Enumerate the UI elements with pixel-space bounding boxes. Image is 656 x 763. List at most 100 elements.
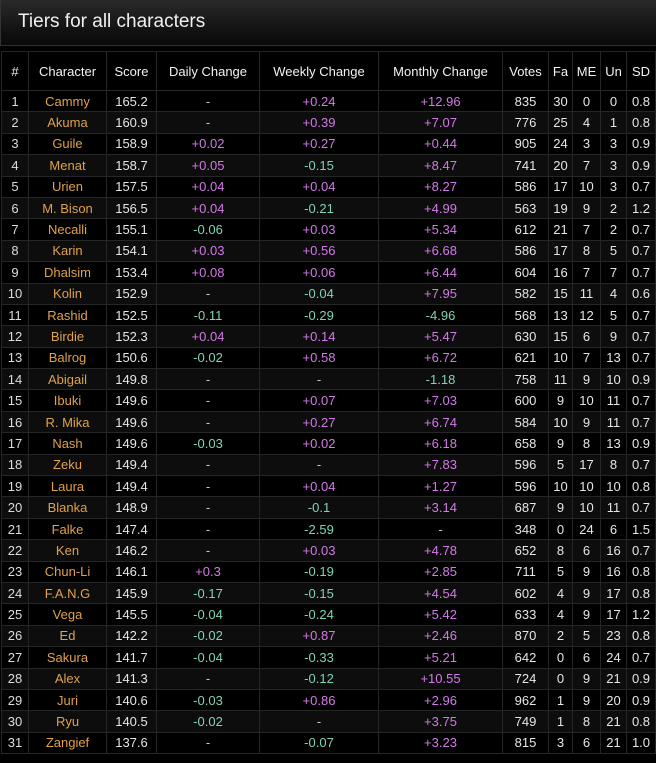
table-row: 12 Birdie 152.3 +0.04 +0.14 +5.47 630 15 6 9 0.7 [1, 325, 656, 348]
table-row: 23 Chun-Li 146.1 +0.3 -0.19 +2.85 711 5 9 16 0.8 [1, 560, 656, 583]
header-sd[interactable]: SD [626, 51, 656, 91]
header-monthly-change[interactable]: Monthly Change [378, 51, 503, 91]
header-weekly-change[interactable]: Weekly Change [259, 51, 379, 91]
cell-character[interactable]: Sakura [28, 646, 107, 669]
cell-weekly-change: +0.14 [259, 325, 379, 348]
cell-daily-change: -0.04 [156, 646, 260, 669]
cell-character[interactable]: Falke [28, 517, 107, 541]
cell-monthly-change: +0.44 [378, 132, 503, 156]
cell-rank: 27 [1, 646, 29, 669]
cell-character[interactable]: R. Mika [28, 410, 107, 434]
cell-character[interactable]: Karin [28, 239, 107, 263]
cell-fa: 11 [548, 368, 573, 391]
cell-rank: 18 [1, 453, 29, 477]
table-row: 28 Alex 141.3- -0.12 +10.55 724 0 9 21 0.9 [1, 667, 656, 690]
header-daily-change[interactable]: Daily Change [156, 51, 260, 91]
cell-character[interactable]: Ken [28, 539, 107, 562]
cell-character[interactable]: Blanka [28, 496, 107, 519]
header-fa[interactable]: Fa [548, 51, 573, 91]
cell-fa: 8 [548, 539, 573, 562]
cell-character[interactable]: Akuma [28, 111, 107, 134]
cell-sd: 0.8 [626, 581, 656, 605]
cell-rank: 29 [1, 688, 29, 712]
cell-me: 3 [572, 132, 601, 156]
table-row: 30 Ryu 140.5 -0.02- +3.75 749 1 8 21 0.8 [1, 710, 656, 733]
header-me[interactable]: ME [572, 51, 601, 91]
cell-weekly-change: +0.04 [259, 475, 379, 498]
cell-character[interactable]: Ibuki [28, 389, 107, 412]
header-votes[interactable]: Votes [502, 51, 549, 91]
cell-character[interactable]: M. Bison [28, 196, 107, 220]
cell-monthly-change: +8.27 [378, 175, 503, 198]
header-rank[interactable]: # [1, 51, 29, 91]
cell-un: 23 [600, 624, 627, 648]
cell-weekly-change: +0.07 [259, 389, 379, 412]
header-character[interactable]: Character [28, 51, 107, 91]
cell-rank: 13 [1, 346, 29, 370]
cell-daily-change: - [156, 667, 260, 690]
cell-score: 156.5 [106, 196, 157, 220]
cell-character[interactable]: Kolin [28, 282, 107, 305]
cell-un: 16 [600, 539, 627, 562]
cell-me: 9 [572, 560, 601, 583]
cell-character[interactable]: Urien [28, 175, 107, 198]
cell-sd: 0.7 [626, 496, 656, 519]
cell-character[interactable]: Necalli [28, 218, 107, 241]
cell-character[interactable]: Rashid [28, 303, 107, 327]
cell-character[interactable]: Zeku [28, 453, 107, 477]
cell-score: 157.5 [106, 175, 157, 198]
cell-character[interactable]: Vega [28, 603, 107, 626]
cell-monthly-change: +2.46 [378, 624, 503, 648]
cell-me: 10 [572, 389, 601, 412]
cell-character[interactable]: Balrog [28, 346, 107, 370]
cell-character[interactable]: Zangief [28, 731, 107, 755]
tier-table: # Character Score Daily Change Weekly Ch… [1, 51, 656, 755]
cell-votes: 687 [502, 496, 549, 519]
table-row: 14 Abigail 149.8- - -1.18 758 11 9 10 0.9 [1, 368, 656, 391]
cell-character[interactable]: Alex [28, 667, 107, 690]
cell-weekly-change: +0.02 [259, 432, 379, 455]
cell-daily-change: +0.04 [156, 175, 260, 198]
cell-monthly-change: +5.21 [378, 646, 503, 669]
cell-weekly-change: +0.04 [259, 175, 379, 198]
cell-sd: 0.7 [626, 346, 656, 370]
cell-character[interactable]: Juri [28, 688, 107, 712]
cell-un: 5 [600, 239, 627, 263]
cell-votes: 612 [502, 218, 549, 241]
cell-me: 11 [572, 282, 601, 305]
cell-daily-change: -0.03 [156, 688, 260, 712]
cell-un: 11 [600, 389, 627, 412]
cell-character[interactable]: Dhalsim [28, 261, 107, 284]
cell-me: 6 [572, 325, 601, 348]
cell-monthly-change: - [378, 517, 503, 541]
header-un[interactable]: Un [600, 51, 627, 91]
cell-character[interactable]: Birdie [28, 325, 107, 348]
cell-character[interactable]: Cammy [28, 89, 107, 113]
table-row: 25 Vega 145.5 -0.04 -0.24 +5.42 633 4 9 17 1.2 [1, 603, 656, 626]
cell-sd: 1.2 [626, 603, 656, 626]
cell-votes: 630 [502, 325, 549, 348]
cell-monthly-change: +1.27 [378, 475, 503, 498]
cell-character[interactable]: F.A.N.G [28, 581, 107, 605]
cell-character[interactable]: Laura [28, 475, 107, 498]
cell-character[interactable]: Abigail [28, 368, 107, 391]
table-row: 7 Necalli 155.1 -0.06 +0.03 +5.34 612 21 7 2 0.7 [1, 218, 656, 241]
cell-sd: 0.8 [626, 89, 656, 113]
header-score[interactable]: Score [106, 51, 157, 91]
cell-character[interactable]: Nash [28, 432, 107, 455]
cell-character[interactable]: Ed [28, 624, 107, 648]
cell-votes: 835 [502, 89, 549, 113]
cell-character[interactable]: Ryu [28, 710, 107, 733]
cell-character[interactable]: Menat [28, 154, 107, 177]
table-row: 2 Akuma 160.9- +0.39 +7.07 776 25 4 1 0.8 [1, 111, 656, 134]
cell-sd: 0.8 [626, 710, 656, 733]
cell-un: 11 [600, 496, 627, 519]
cell-character[interactable]: Guile [28, 132, 107, 156]
cell-un: 10 [600, 475, 627, 498]
cell-daily-change: +0.08 [156, 261, 260, 284]
cell-votes: 621 [502, 346, 549, 370]
cell-character[interactable]: Chun-Li [28, 560, 107, 583]
cell-monthly-change: +12.96 [378, 89, 503, 113]
table-row: 22 Ken 146.2- +0.03 +4.78 652 8 6 16 0.7 [1, 539, 656, 562]
cell-votes: 658 [502, 432, 549, 455]
